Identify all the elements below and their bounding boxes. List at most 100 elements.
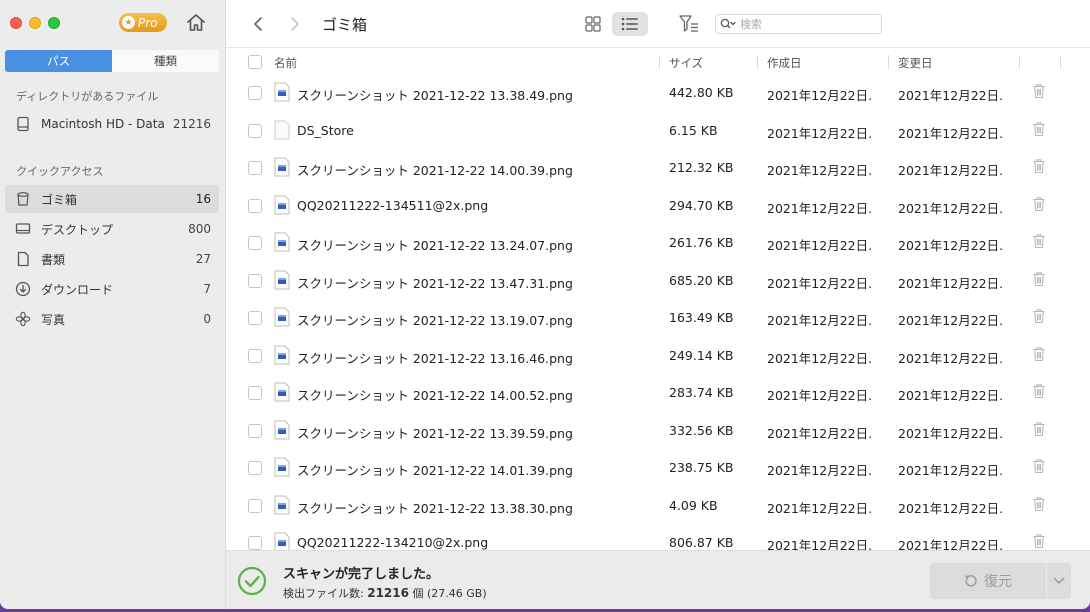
column-header-name[interactable]: 名前: [274, 55, 297, 71]
row-checkbox[interactable]: [248, 498, 262, 513]
sidebar-item-disk[interactable]: Macintosh HD - Data 21216: [5, 110, 219, 138]
main-panel: ゴミ箱 検索 名前 サイズ 作成日 変更日 スクリーンショット 2021-12-…: [226, 0, 1090, 609]
delete-icon[interactable]: [1032, 271, 1046, 287]
file-size: 212.32 KB: [669, 160, 734, 175]
file-size: 283.74 KB: [669, 385, 734, 400]
row-checkbox[interactable]: [248, 311, 262, 325]
column-header-modified[interactable]: 変更日: [898, 55, 933, 71]
file-modified-date: 2021年12月22日...: [898, 163, 1004, 178]
row-checkbox[interactable]: [248, 273, 262, 288]
list-view-button[interactable]: [612, 12, 648, 36]
sidebar-item-count: 16: [195, 192, 211, 206]
row-checkbox[interactable]: [248, 161, 262, 175]
sidebar-item-desktop[interactable]: デスクトップ 800: [5, 215, 219, 243]
forward-button[interactable]: [285, 14, 305, 34]
row-checkbox[interactable]: [248, 461, 262, 475]
row-checkbox[interactable]: [248, 348, 262, 363]
chevron-left-icon: [254, 17, 262, 31]
file-created-date: 2021年12月22日...: [767, 88, 873, 103]
table-row[interactable]: スクリーンショット 2021-12-22 13.47.31.png 685.20 …: [226, 262, 1090, 300]
back-button[interactable]: [248, 14, 268, 34]
file-modified-date: 2021年12月22日...: [898, 425, 1004, 441]
file-modified-date: 2021年12月22日...: [898, 125, 1004, 141]
file-modified-date: 2021年12月22日...: [898, 538, 1004, 550]
delete-icon[interactable]: [1032, 196, 1046, 212]
close-window-button[interactable]: [10, 17, 22, 29]
tab-type[interactable]: 種類: [112, 50, 219, 72]
file-name: スクリーンショット 2021-12-22 13.38.49.png: [297, 88, 573, 103]
row-checkbox[interactable]: [248, 386, 262, 400]
column-header-size[interactable]: サイズ: [669, 55, 703, 71]
delete-icon[interactable]: [1032, 308, 1046, 324]
file-name: スクリーンショット 2021-12-22 13.39.59.png: [297, 425, 573, 441]
sidebar-item-documents[interactable]: 書類 27: [5, 245, 219, 273]
table-row[interactable]: スクリーンショット 2021-12-22 14.00.52.png 283.74 …: [226, 374, 1090, 412]
delete-icon[interactable]: [1032, 533, 1046, 549]
photos-icon: [15, 311, 31, 327]
row-checkbox[interactable]: [248, 423, 262, 438]
table-row[interactable]: スクリーンショット 2021-12-22 13.38.30.png 4.09 KB…: [226, 487, 1090, 525]
file-name: スクリーンショット 2021-12-22 14.00.39.png: [297, 163, 573, 178]
minimize-window-button[interactable]: [29, 17, 41, 29]
table-row[interactable]: スクリーンショット 2021-12-22 13.19.07.png 163.49 …: [226, 299, 1090, 337]
desktop-icon: [15, 221, 31, 237]
search-input[interactable]: [740, 17, 870, 31]
select-all-checkbox[interactable]: [248, 55, 262, 69]
delete-icon[interactable]: [1032, 458, 1046, 474]
sidebar-item-trash[interactable]: ゴミ箱 16: [5, 185, 219, 213]
row-checkbox[interactable]: [248, 198, 262, 213]
row-checkbox[interactable]: [248, 86, 262, 100]
row-checkbox[interactable]: [248, 123, 262, 138]
sidebar-item-photos[interactable]: 写真 0: [5, 305, 219, 333]
view-mode-tabs: パス 種類: [5, 50, 219, 72]
delete-icon[interactable]: [1032, 496, 1046, 512]
table-row[interactable]: QQ20211222-134210@2x.png 806.87 KB 2021年12…: [226, 524, 1090, 550]
zoom-window-button[interactable]: [48, 17, 60, 29]
table-row[interactable]: QQ20211222-134511@2x.png 294.70 KB 2021年12…: [226, 187, 1090, 225]
delete-icon[interactable]: [1032, 233, 1046, 249]
star-icon: ★: [122, 16, 135, 29]
column-divider[interactable]: [1019, 55, 1020, 69]
search-box[interactable]: [715, 14, 882, 34]
delete-icon[interactable]: [1032, 121, 1046, 137]
file-created-date: 2021年12月22日...: [767, 350, 873, 366]
pro-badge[interactable]: ★ Pro: [119, 13, 167, 32]
column-divider[interactable]: [1060, 55, 1061, 69]
sidebar-item-label: Macintosh HD - Data: [41, 117, 165, 131]
file-created-date: 2021年12月22日...: [767, 313, 873, 328]
delete-icon[interactable]: [1032, 83, 1046, 99]
row-checkbox[interactable]: [248, 236, 262, 250]
table-row[interactable]: スクリーンショット 2021-12-22 13.16.46.png 249.14 …: [226, 337, 1090, 375]
delete-icon[interactable]: [1032, 346, 1046, 362]
file-modified-date: 2021年12月22日...: [898, 88, 1004, 103]
restore-options-button[interactable]: [1047, 563, 1071, 599]
column-header-created[interactable]: 作成日: [767, 55, 802, 71]
table-row[interactable]: スクリーンショット 2021-12-22 13.38.49.png 442.80 …: [226, 74, 1090, 112]
delete-icon[interactable]: [1032, 421, 1046, 437]
tab-path[interactable]: パス: [5, 50, 112, 72]
row-checkbox[interactable]: [248, 536, 262, 550]
table-row[interactable]: スクリーンショット 2021-12-22 14.00.39.png 212.32 …: [226, 149, 1090, 187]
table-row[interactable]: スクリーンショット 2021-12-22 13.24.07.png 261.76 …: [226, 224, 1090, 262]
home-button[interactable]: [185, 12, 207, 34]
column-divider[interactable]: [888, 55, 889, 69]
delete-icon[interactable]: [1032, 383, 1046, 399]
table-row[interactable]: スクリーンショット 2021-12-22 14.01.39.png 238.75 …: [226, 449, 1090, 487]
grid-view-button[interactable]: [578, 12, 608, 36]
restore-button[interactable]: 復元: [930, 563, 1046, 599]
column-divider[interactable]: [757, 55, 758, 69]
home-icon: [187, 14, 205, 31]
filter-button[interactable]: [678, 13, 700, 35]
sidebar-item-downloads[interactable]: ダウンロード 7: [5, 275, 219, 303]
file-size: 6.15 KB: [669, 122, 718, 138]
file-created-date: 2021年12月22日...: [767, 463, 873, 478]
column-divider[interactable]: [659, 55, 660, 69]
table-row[interactable]: DS_Store 6.15 KB 2021年12月22日... 2021年12月22日…: [226, 112, 1090, 150]
file-name: スクリーンショット 2021-12-22 14.00.52.png: [297, 388, 573, 403]
sidebar-item-label: ゴミ箱: [41, 192, 78, 207]
table-row[interactable]: スクリーンショット 2021-12-22 13.39.59.png 332.56 …: [226, 412, 1090, 450]
file-name: スクリーンショット 2021-12-22 13.24.07.png: [297, 238, 573, 253]
scan-summary: 検出ファイル数: 21216 個 (27.46 GB): [283, 585, 487, 601]
delete-icon[interactable]: [1032, 158, 1046, 174]
pro-label: Pro: [138, 15, 158, 30]
